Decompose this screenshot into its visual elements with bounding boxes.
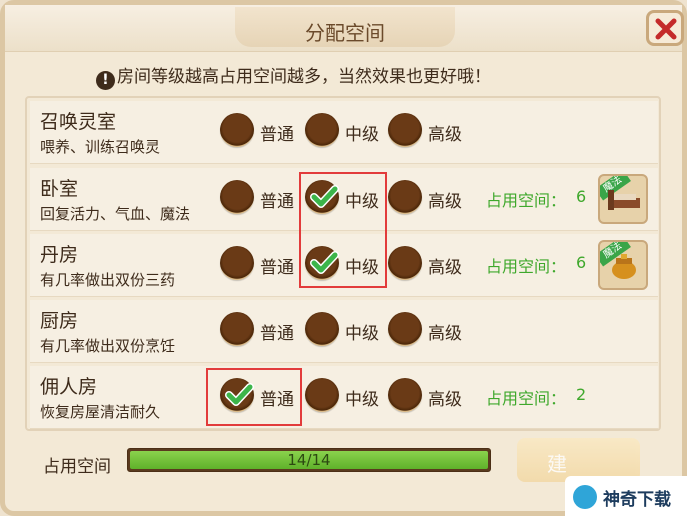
level-label: 中级 bbox=[345, 125, 379, 145]
room-description: 回复活力、气血、魔法 bbox=[40, 205, 191, 223]
notice-text: 房间等级越高占用空间越多，当然效果也更好哦！ bbox=[117, 67, 491, 87]
notice-text-line: ! 房间等级越高占用空间越多，当然效果也更好哦！ bbox=[96, 62, 491, 90]
room-name: 卧室 bbox=[40, 178, 79, 200]
space-used-label: 占用空间： bbox=[486, 191, 567, 210]
level-radio[interactable] bbox=[305, 113, 339, 147]
space-used-label: 占用空间 bbox=[43, 457, 111, 477]
level-label: 中级 bbox=[345, 324, 379, 344]
level-radio[interactable] bbox=[305, 378, 339, 412]
title-bar: 分配空间 bbox=[5, 5, 682, 52]
room-description: 有几率做出双份三药 bbox=[40, 271, 176, 289]
level-label: 普通 bbox=[260, 125, 294, 145]
level-radio[interactable] bbox=[388, 246, 422, 280]
room-description: 有几率做出双份烹饪 bbox=[40, 337, 176, 355]
level-radio[interactable] bbox=[388, 312, 422, 346]
level-label: 高级 bbox=[428, 324, 462, 344]
room-row: 厨房有几率做出双份烹饪 普通 中级 高级 bbox=[30, 300, 658, 363]
room-name: 召唤灵室 bbox=[40, 111, 117, 133]
level-label: 高级 bbox=[428, 192, 462, 212]
room-description: 恢复房屋清洁耐久 bbox=[40, 403, 161, 421]
watermark-logo-icon bbox=[573, 485, 597, 509]
level-label: 高级 bbox=[428, 125, 462, 145]
watermark: 神奇下载 bbox=[565, 476, 687, 516]
level-label: 普通 bbox=[260, 324, 294, 344]
level-radio[interactable] bbox=[220, 180, 254, 214]
level-label: 中级 bbox=[345, 390, 379, 410]
space-used-label: 占用空间： bbox=[486, 257, 567, 276]
level-radio[interactable] bbox=[305, 312, 339, 346]
title-tab: 分配空间 bbox=[235, 7, 455, 47]
close-icon bbox=[655, 18, 677, 40]
room-name: 丹房 bbox=[40, 244, 79, 266]
space-used-value: 6 bbox=[576, 187, 587, 206]
bed-icon[interactable]: 魔法 bbox=[598, 174, 648, 224]
room-name: 佣人房 bbox=[40, 376, 98, 398]
highlight-box-mid-level bbox=[299, 172, 387, 288]
space-progress-text: 14/14 bbox=[287, 451, 331, 469]
space-used-value: 6 bbox=[576, 253, 587, 272]
space-used-label: 占用空间： bbox=[486, 389, 567, 408]
level-radio[interactable] bbox=[388, 378, 422, 412]
close-button[interactable] bbox=[646, 10, 684, 46]
level-label: 普通 bbox=[260, 192, 294, 212]
highlight-box-servant-normal bbox=[206, 368, 302, 426]
room-name: 厨房 bbox=[40, 310, 79, 332]
dialog-title: 分配空间 bbox=[305, 21, 385, 45]
level-label: 高级 bbox=[428, 390, 462, 410]
watermark-text: 神奇下载 bbox=[603, 490, 671, 510]
level-label: 高级 bbox=[428, 258, 462, 278]
level-radio[interactable] bbox=[220, 113, 254, 147]
room-row: 佣人房 恢复房屋清洁耐久 普通 中级 高级 占用空间： 2 bbox=[30, 366, 658, 429]
level-radio[interactable] bbox=[220, 246, 254, 280]
room-row: 召唤灵室喂养、训练召唤灵 普通 中级 高级 bbox=[30, 101, 658, 164]
room-description: 喂养、训练召唤灵 bbox=[40, 138, 161, 156]
level-label: 普通 bbox=[260, 258, 294, 278]
exclamation-icon: ! bbox=[96, 71, 115, 90]
level-radio[interactable] bbox=[388, 113, 422, 147]
level-radio[interactable] bbox=[220, 312, 254, 346]
space-used-value: 2 bbox=[576, 385, 587, 404]
furnace-icon[interactable]: 魔法 bbox=[598, 240, 648, 290]
space-progress-bar: 14/14 bbox=[127, 448, 491, 472]
build-button-label: 建 bbox=[547, 452, 567, 476]
level-radio[interactable] bbox=[388, 180, 422, 214]
